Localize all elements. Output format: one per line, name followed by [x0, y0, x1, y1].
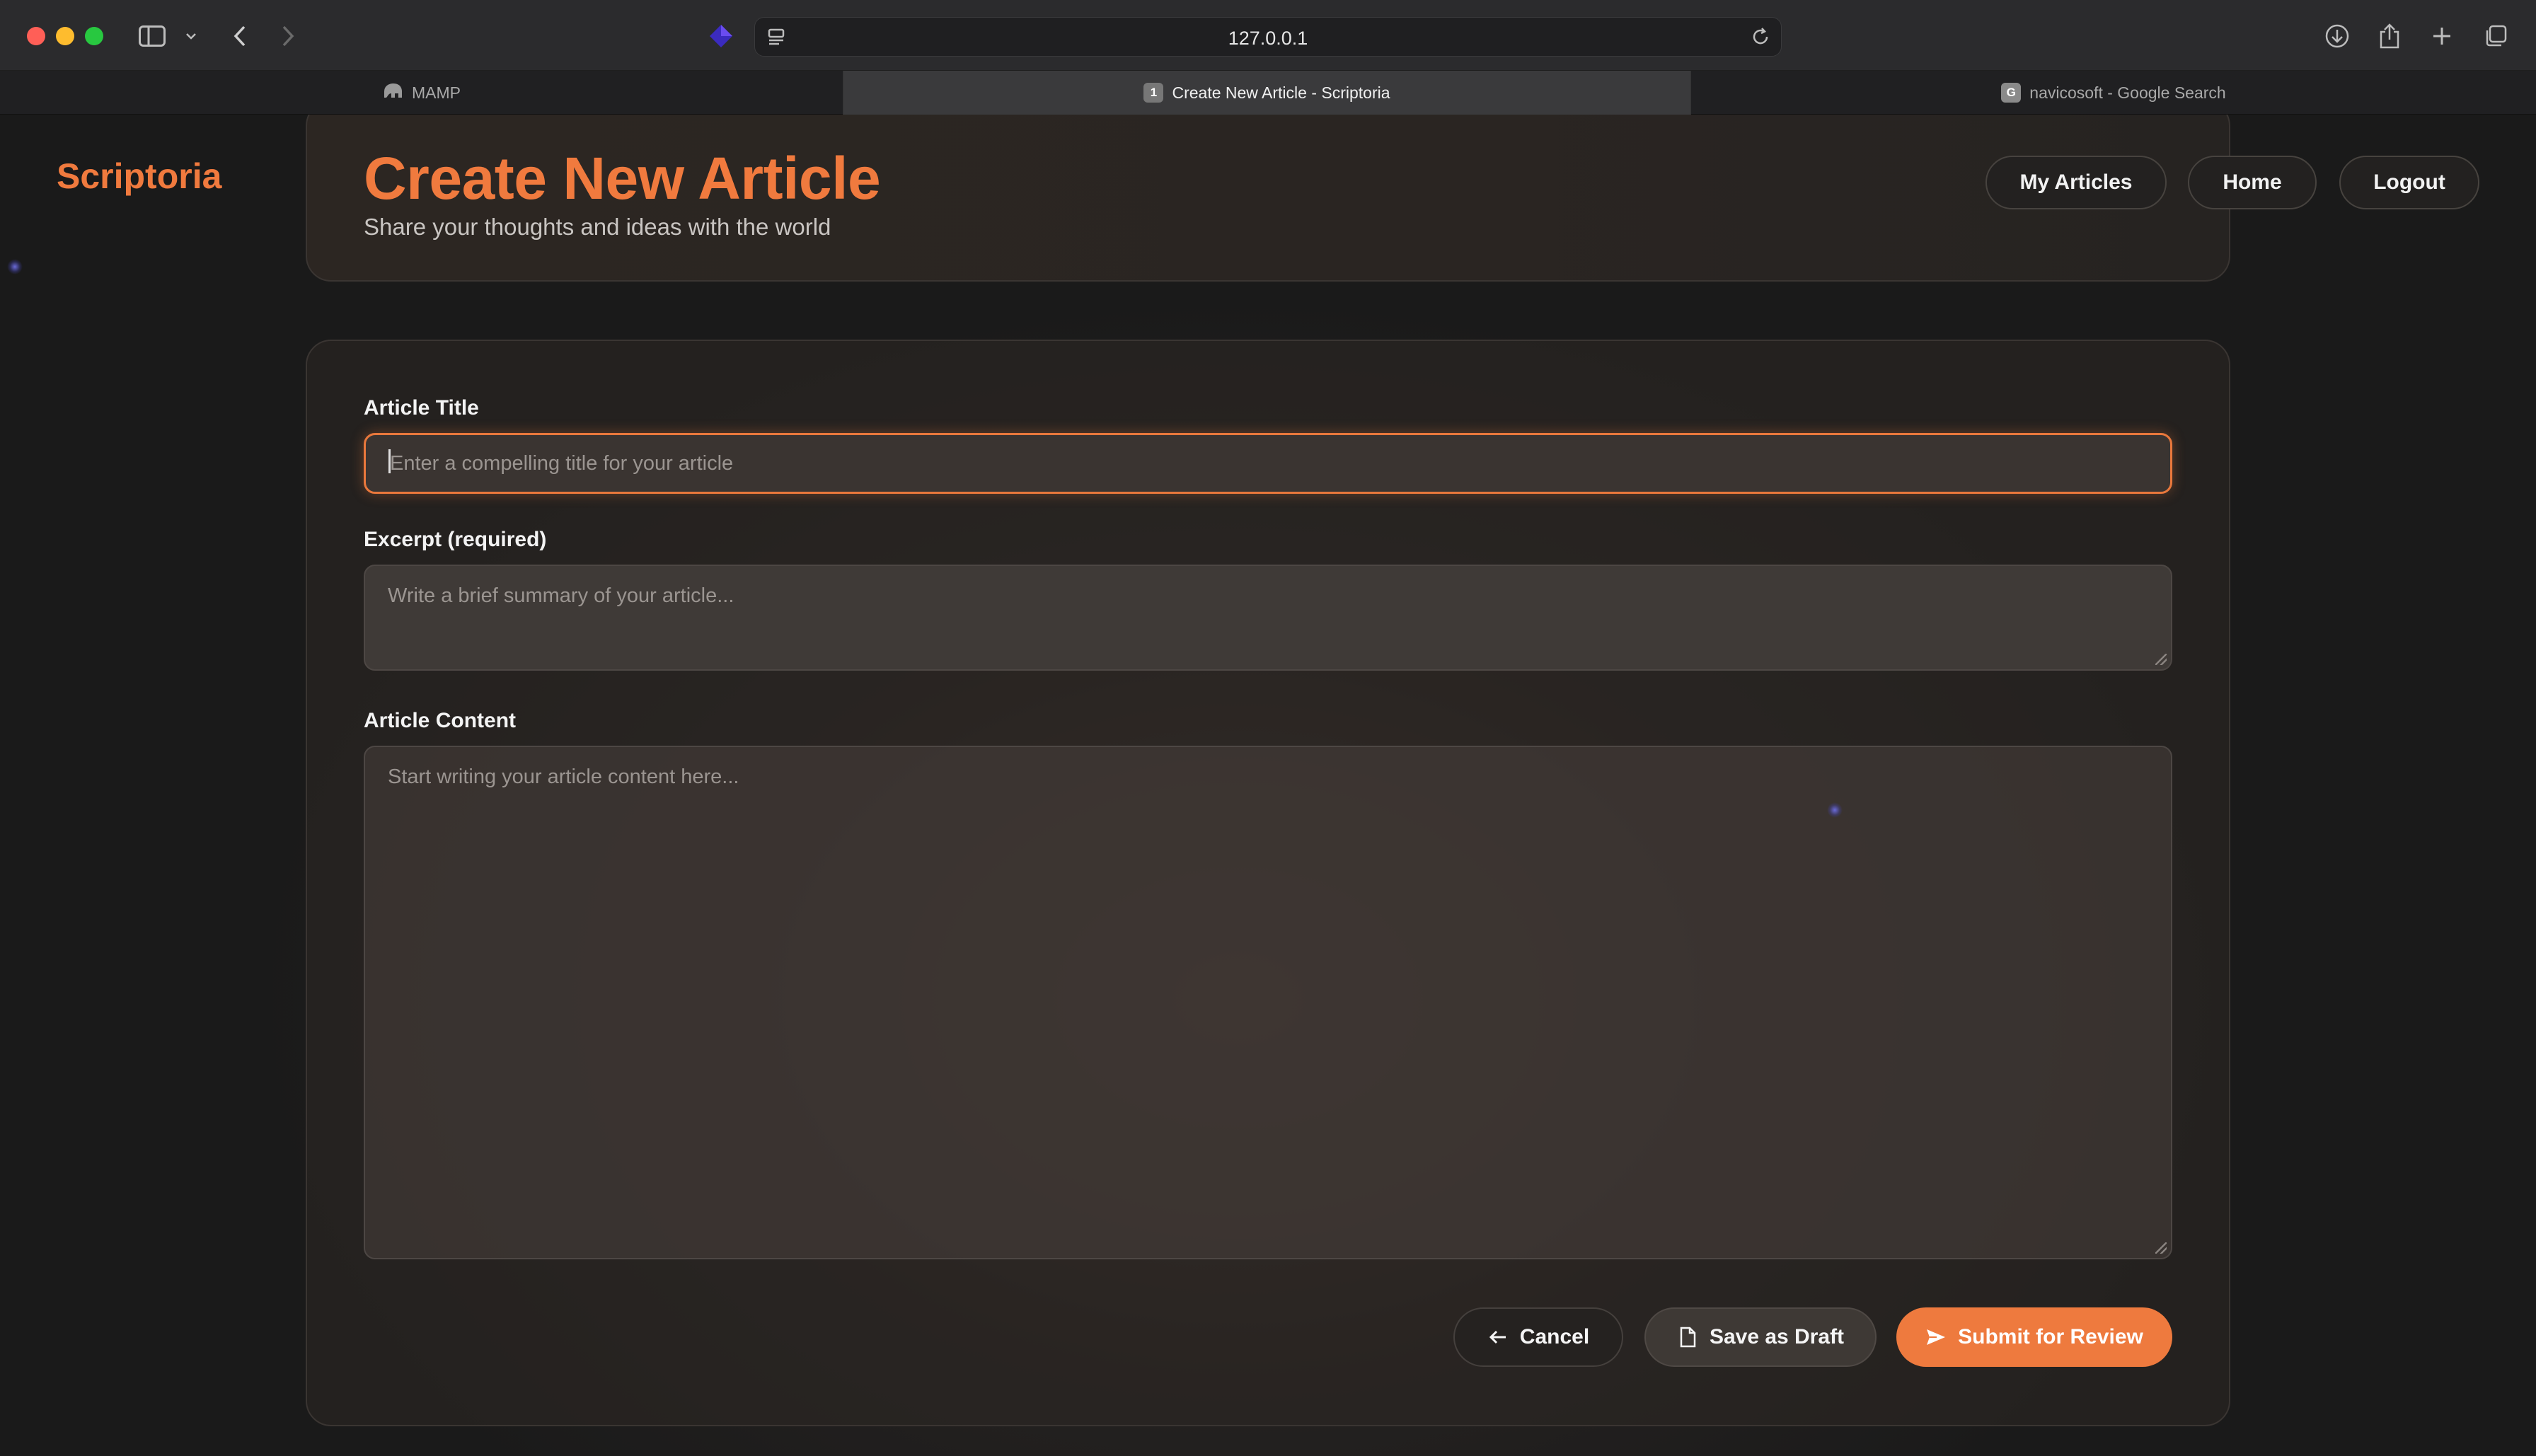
new-tab-icon[interactable]: [2426, 20, 2458, 52]
my-articles-button[interactable]: My Articles: [1985, 156, 2167, 209]
title-label: Article Title: [364, 396, 479, 420]
content-textarea[interactable]: Start writing your article content here.…: [364, 746, 2172, 1259]
forward-icon[interactable]: [272, 20, 304, 52]
page: Scriptoria Create New Article Share your…: [0, 115, 2536, 1456]
reload-icon[interactable]: [1750, 26, 1771, 51]
save-draft-button[interactable]: Save as Draft: [1644, 1307, 1877, 1367]
submit-label: Submit for Review: [1958, 1325, 2143, 1348]
title-input[interactable]: Enter a compelling title for your articl…: [364, 433, 2172, 494]
share-icon[interactable]: [2373, 20, 2406, 52]
send-icon: [1925, 1327, 1947, 1348]
browser-toolbar: 127.0.0.1: [0, 0, 2536, 71]
tab-label: MAMP: [412, 83, 461, 102]
tab-favicon: G: [2001, 83, 2022, 103]
tab-google-search[interactable]: G navicosoft - Google Search: [1691, 71, 2536, 115]
document-icon: [1677, 1327, 1698, 1348]
elephant-icon: [382, 82, 403, 103]
sidebar-toggle-icon[interactable]: [136, 20, 168, 52]
home-button[interactable]: Home: [2188, 156, 2317, 209]
excerpt-label: Excerpt (required): [364, 528, 547, 551]
downloads-icon[interactable]: [2321, 20, 2353, 52]
resize-handle[interactable]: [2155, 654, 2167, 665]
page-title: Create New Article: [364, 145, 881, 212]
close-window-button[interactable]: [27, 27, 45, 45]
tab-overview-icon[interactable]: [2479, 20, 2512, 52]
address-bar[interactable]: 127.0.0.1: [754, 17, 1782, 57]
tab-label: navicosoft - Google Search: [2029, 83, 2226, 102]
page-subtitle: Share your thoughts and ideas with the w…: [364, 214, 831, 240]
tab-create-article[interactable]: 1 Create New Article - Scriptoria: [843, 71, 1691, 115]
back-icon[interactable]: [224, 20, 256, 52]
cancel-label: Cancel: [1519, 1325, 1590, 1348]
resize-handle[interactable]: [2155, 1242, 2167, 1254]
content-label: Article Content: [364, 709, 517, 732]
extension-diamond-icon[interactable]: [706, 21, 736, 51]
excerpt-textarea[interactable]: Write a brief summary of your article...: [364, 565, 2172, 671]
title-placeholder: Enter a compelling title for your articl…: [390, 452, 734, 475]
save-draft-label: Save as Draft: [1709, 1325, 1845, 1348]
submit-review-button[interactable]: Submit for Review: [1896, 1307, 2172, 1367]
arrow-left-icon: [1487, 1327, 1509, 1348]
tab-label: Create New Article - Scriptoria: [1172, 83, 1390, 102]
content-placeholder: Start writing your article content here.…: [388, 765, 739, 788]
excerpt-placeholder: Write a brief summary of your article...: [388, 584, 734, 607]
minimize-window-button[interactable]: [56, 27, 74, 45]
tab-mamp[interactable]: MAMP: [0, 71, 843, 115]
brand-logo[interactable]: Scriptoria: [57, 156, 221, 197]
maximize-window-button[interactable]: [85, 27, 103, 45]
url-text: 127.0.0.1: [1228, 28, 1308, 49]
chevron-down-icon[interactable]: [177, 20, 205, 52]
logout-button[interactable]: Logout: [2339, 156, 2479, 209]
decorative-dot: [7, 259, 23, 275]
tab-favicon: 1: [1143, 83, 1164, 103]
decorative-dot: [1827, 802, 1843, 818]
tab-bar: MAMP 1 Create New Article - Scriptoria G…: [0, 71, 2536, 115]
cancel-button[interactable]: Cancel: [1453, 1307, 1623, 1367]
